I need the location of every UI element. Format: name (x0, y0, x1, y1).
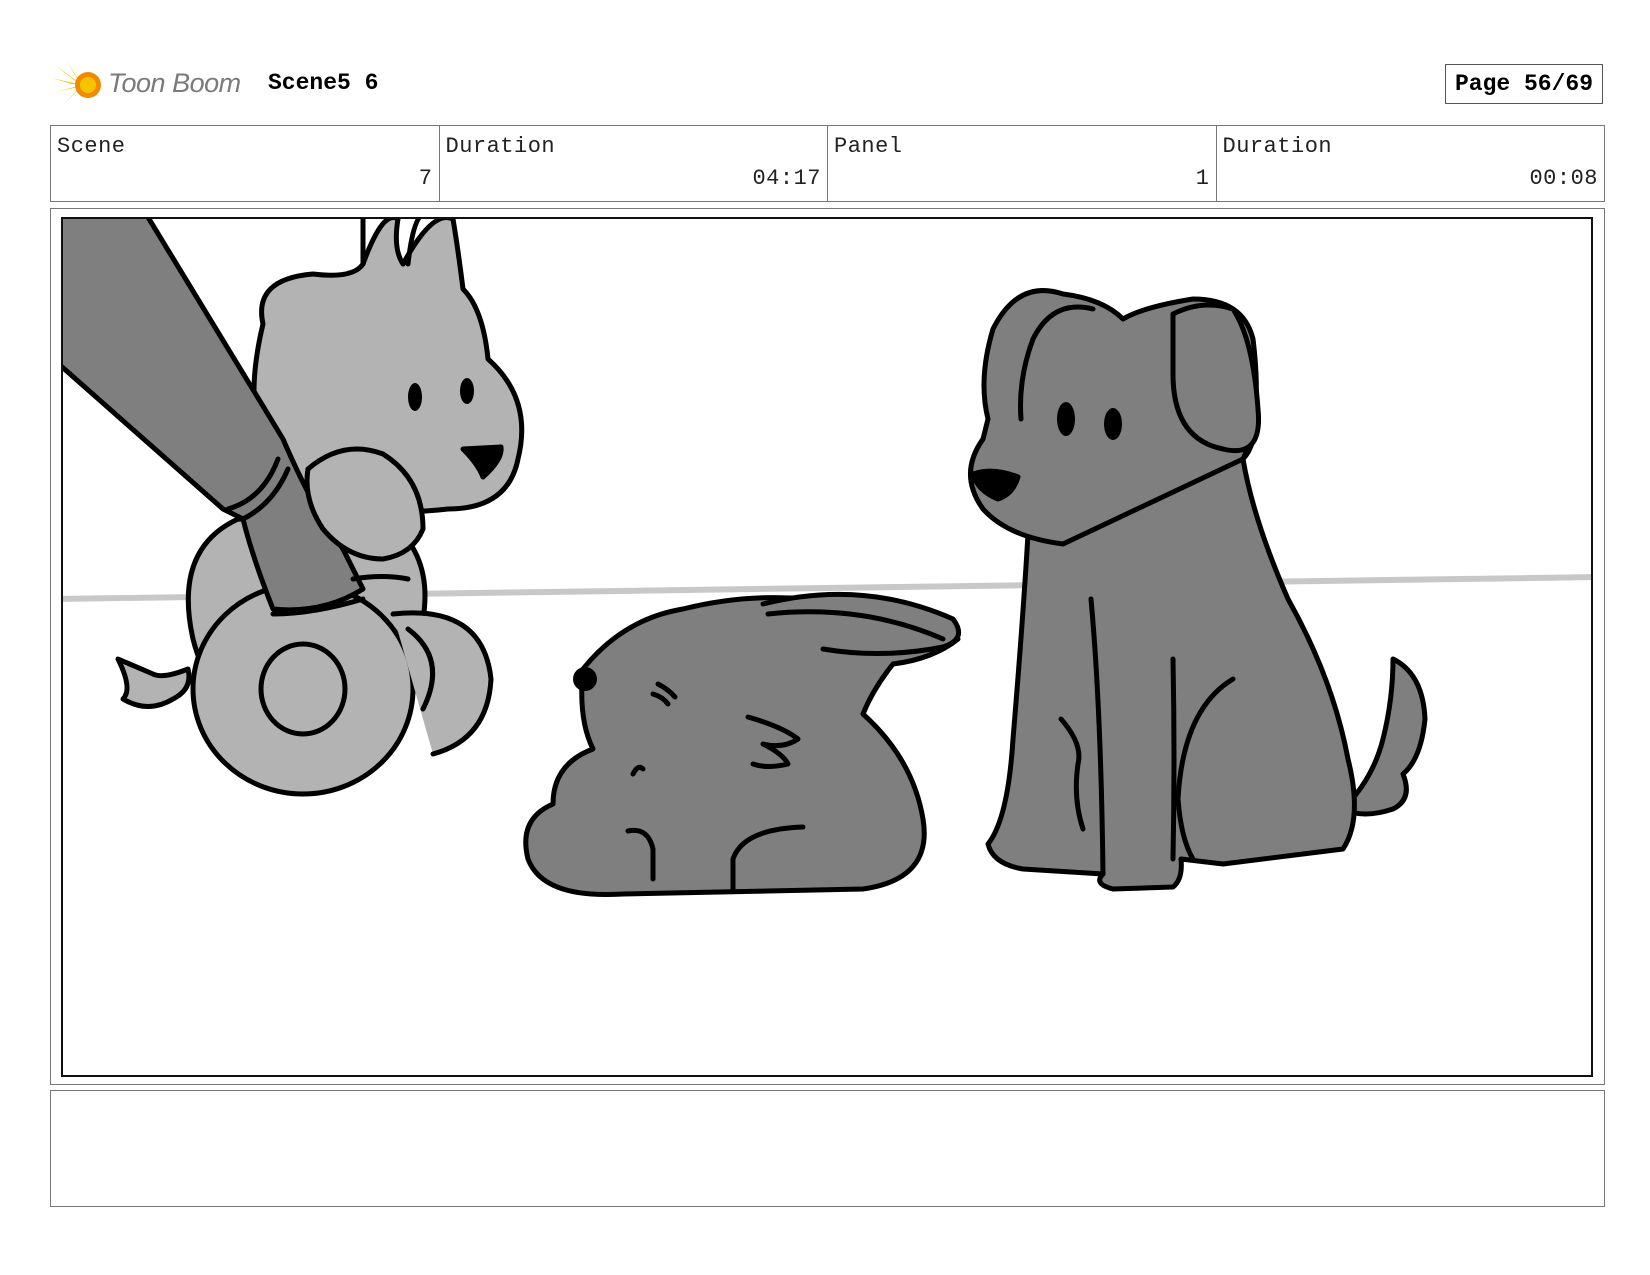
panel-duration-value: 00:08 (1529, 166, 1598, 191)
panel-value: 1 (1195, 166, 1210, 191)
info-row: Scene 7 Duration 04:17 Panel 1 Duration … (50, 125, 1605, 202)
lying-puppy (523, 591, 962, 898)
scene-duration-value: 04:17 (752, 166, 821, 191)
sitting-dog (968, 288, 1428, 892)
scene-duration-cell: Duration 04:17 (440, 126, 828, 201)
scene-cell: Scene 7 (51, 126, 440, 201)
toon-boom-logo: Toon Boom (52, 58, 252, 112)
scene-label: Scene (57, 134, 126, 159)
scene-value: 7 (418, 166, 433, 191)
panel-drawing-area (61, 217, 1593, 1077)
notes-box[interactable] (50, 1090, 1605, 1207)
scene-duration-label: Duration (445, 134, 556, 159)
starburst-icon (52, 60, 101, 106)
puppy-toy (63, 219, 525, 797)
panel-duration-cell: Duration 00:08 (1217, 126, 1605, 201)
panel-frame (50, 208, 1605, 1085)
panel-cell: Panel 1 (828, 126, 1217, 201)
scene-title: Scene5 6 (268, 70, 379, 96)
panel-duration-label: Duration (1222, 134, 1333, 159)
logo-text: Toon Boom (108, 68, 241, 98)
panel-sketch (63, 219, 1591, 898)
page-indicator: Page 56/69 (1445, 64, 1603, 104)
panel-label: Panel (834, 134, 903, 159)
